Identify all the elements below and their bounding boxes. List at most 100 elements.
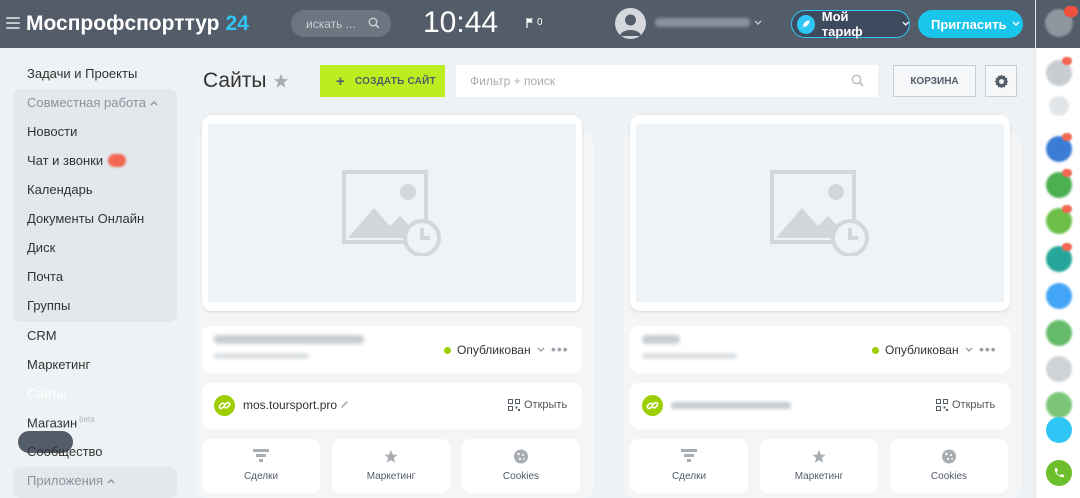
menu-item-shop-label: Магазин [27, 415, 78, 431]
header-search[interactable]: искать ... [291, 10, 391, 37]
site-name-redacted[interactable] [642, 335, 680, 344]
rail-chat-avatar[interactable] [1046, 320, 1072, 346]
menu-item-groups[interactable]: Группы [27, 298, 70, 313]
tile-label: Сделки [671, 471, 707, 482]
invite-label: Пригласить [931, 16, 1007, 32]
page-title-text: Сайты [203, 69, 267, 92]
site-date-redacted [642, 353, 737, 359]
unread-dot [1062, 205, 1072, 213]
menu-item-disk[interactable]: Диск [27, 240, 55, 255]
menu-item-calendar[interactable]: Календарь [27, 182, 93, 197]
site-tiles: Сделки Маркетинг Cookies [202, 439, 582, 493]
link-icon [642, 395, 663, 416]
flag-icon [526, 17, 533, 28]
site-card: Опубликован ••• Открыть Сделки Маркетинг… [624, 113, 1022, 498]
tile-deals[interactable]: Сделки [630, 439, 748, 493]
tile-marketing[interactable]: Маркетинг [760, 439, 878, 493]
right-messenger-rail [1035, 0, 1080, 498]
logo-number: 24 [225, 12, 249, 35]
tile-cookies[interactable]: Cookies [462, 439, 580, 493]
menu-item-collab[interactable]: Совместная работа [27, 95, 158, 110]
site-domain: Открыть [630, 383, 1010, 429]
menu-item-mail[interactable]: Почта [27, 269, 63, 284]
rail-chat-avatar[interactable] [1046, 392, 1072, 418]
menu-item-chat[interactable]: Чат и звонки [27, 153, 103, 168]
site-date-redacted [214, 353, 309, 359]
rail-chat-avatar[interactable] [1046, 356, 1072, 382]
phone-call-icon[interactable] [1046, 460, 1072, 486]
user-avatar-icon [620, 14, 641, 36]
star-icon[interactable] [273, 73, 289, 89]
published-dot-icon [444, 346, 451, 354]
filter-search[interactable] [456, 65, 878, 97]
publish-status[interactable]: Опубликован [444, 343, 545, 357]
user-avatar[interactable] [615, 8, 646, 39]
user-name-redacted[interactable] [655, 18, 750, 27]
gear-icon [993, 73, 1009, 89]
chat-counter-badge [108, 154, 126, 167]
invite-button[interactable]: Пригласить [918, 10, 1023, 38]
my-tariff-button[interactable]: Мой тариф [791, 9, 910, 39]
search-placeholder: искать ... [306, 17, 356, 31]
screen-share-icon[interactable] [1046, 417, 1072, 443]
rocket-icon [797, 14, 815, 34]
chevron-up-icon [107, 479, 115, 484]
rail-chat-avatar[interactable] [1046, 283, 1072, 309]
unread-dot [1062, 169, 1072, 177]
menu-item-sites[interactable]: Сайты [27, 386, 66, 401]
chevron-down-icon [965, 347, 973, 352]
preview-placeholder [636, 124, 1004, 302]
tile-cookies[interactable]: Cookies [890, 439, 1008, 493]
search-icon[interactable] [851, 74, 864, 87]
chevron-down-icon [1012, 21, 1020, 26]
tile-label: Cookies [502, 471, 540, 482]
site-preview[interactable] [630, 115, 1010, 311]
more-actions-icon[interactable]: ••• [979, 341, 997, 357]
site-name-redacted[interactable] [214, 335, 364, 344]
site-preview[interactable] [202, 115, 582, 311]
menu-item-community[interactable]: Сообщество [27, 444, 103, 459]
menu-item-marketing[interactable]: Маркетинг [27, 357, 90, 372]
create-site-button[interactable]: + СОЗДАТЬ САЙТ [320, 65, 445, 97]
menu-item-crm[interactable]: CRM [27, 328, 57, 343]
domain-link[interactable]: mos.toursport.pro [243, 398, 349, 412]
settings-button[interactable] [985, 65, 1017, 97]
image-placeholder-icon [342, 170, 441, 256]
search-icon[interactable] [1049, 96, 1069, 116]
menu-burger-icon[interactable] [6, 17, 20, 29]
funnel-icon [681, 449, 697, 462]
chevron-down-icon [537, 347, 545, 352]
filter-search-input[interactable] [456, 65, 836, 97]
open-site-button[interactable]: Открыть [936, 399, 995, 411]
open-site-button[interactable]: Открыть [508, 399, 567, 411]
pencil-icon[interactable] [340, 400, 349, 409]
star-icon [812, 449, 826, 463]
more-actions-icon[interactable]: ••• [551, 341, 569, 357]
star-icon [384, 449, 398, 463]
preview-placeholder [208, 124, 576, 302]
domain-redacted[interactable] [671, 402, 791, 409]
notification-dot [1062, 57, 1072, 65]
menu-item-apps[interactable]: Приложения [27, 473, 115, 488]
publish-status-label: Опубликован [885, 343, 959, 357]
publish-status[interactable]: Опубликован [872, 343, 973, 357]
flag-counter[interactable]: 0 [526, 17, 543, 28]
menu-item-news[interactable]: Новости [27, 124, 77, 139]
header-clock[interactable]: 10:44 [423, 6, 498, 40]
open-label: Открыть [952, 399, 996, 411]
logo-text: Моспрофспорттур [26, 12, 220, 35]
top-header: Моспрофспорттур 24 искать ... 10:44 0 Мой… [0, 0, 1035, 48]
tile-deals[interactable]: Сделки [202, 439, 320, 493]
publish-status-label: Опубликован [457, 343, 531, 357]
menu-item-docs[interactable]: Документы Онлайн [27, 211, 144, 226]
portal-logo[interactable]: Моспрофспорттур 24 [26, 12, 249, 36]
tile-marketing[interactable]: Маркетинг [332, 439, 450, 493]
tile-label: Cookies [930, 471, 968, 482]
domain-text: mos.toursport.pro [243, 398, 338, 412]
unread-dot [1062, 133, 1072, 141]
trash-button[interactable]: КОРЗИНА [893, 65, 976, 97]
image-placeholder-icon [770, 170, 869, 256]
chevron-down-icon[interactable] [754, 19, 762, 27]
menu-item-tasks[interactable]: Задачи и Проекты [27, 66, 137, 81]
menu-item-shop[interactable]: Магазин beta [27, 415, 95, 430]
